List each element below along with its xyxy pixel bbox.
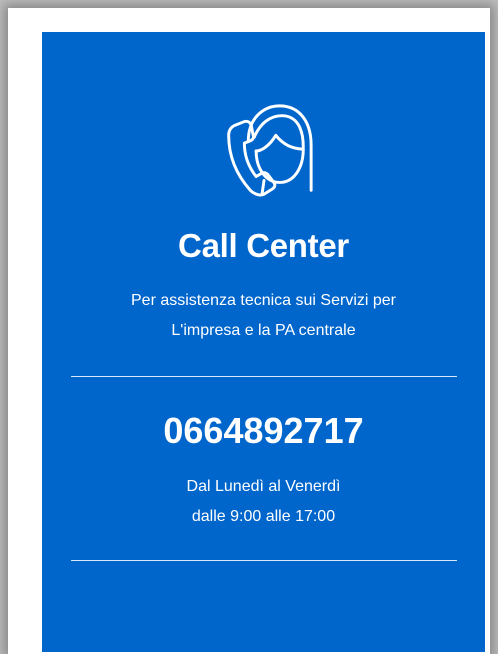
- page-frame: Call Center Per assistenza tecnica sui S…: [8, 8, 490, 654]
- call-center-headset-icon: [226, 104, 313, 197]
- hours-days: Dal Lunedì al Venerdì: [186, 478, 341, 495]
- call-center-card: Call Center Per assistenza tecnica sui S…: [42, 32, 485, 652]
- hours-time: dalle 9:00 alle 17:00: [191, 508, 336, 525]
- card-title: Call Center: [178, 227, 349, 264]
- description-line-1: Per assistenza tecnica sui Servizi per: [131, 292, 396, 309]
- phone-number[interactable]: 0664892717: [42, 409, 485, 453]
- opening-hours: Dal Lunedì al Venerdì dalle 9:00 alle 17…: [42, 472, 485, 532]
- call-center-icon-wrapper: [42, 98, 485, 208]
- description-line-2: L'impresa e la PA centrale: [171, 322, 356, 339]
- card-description: Per assistenza tecnica sui Servizi per L…: [82, 286, 445, 346]
- divider-top: [71, 376, 457, 377]
- divider-bottom: [71, 560, 457, 561]
